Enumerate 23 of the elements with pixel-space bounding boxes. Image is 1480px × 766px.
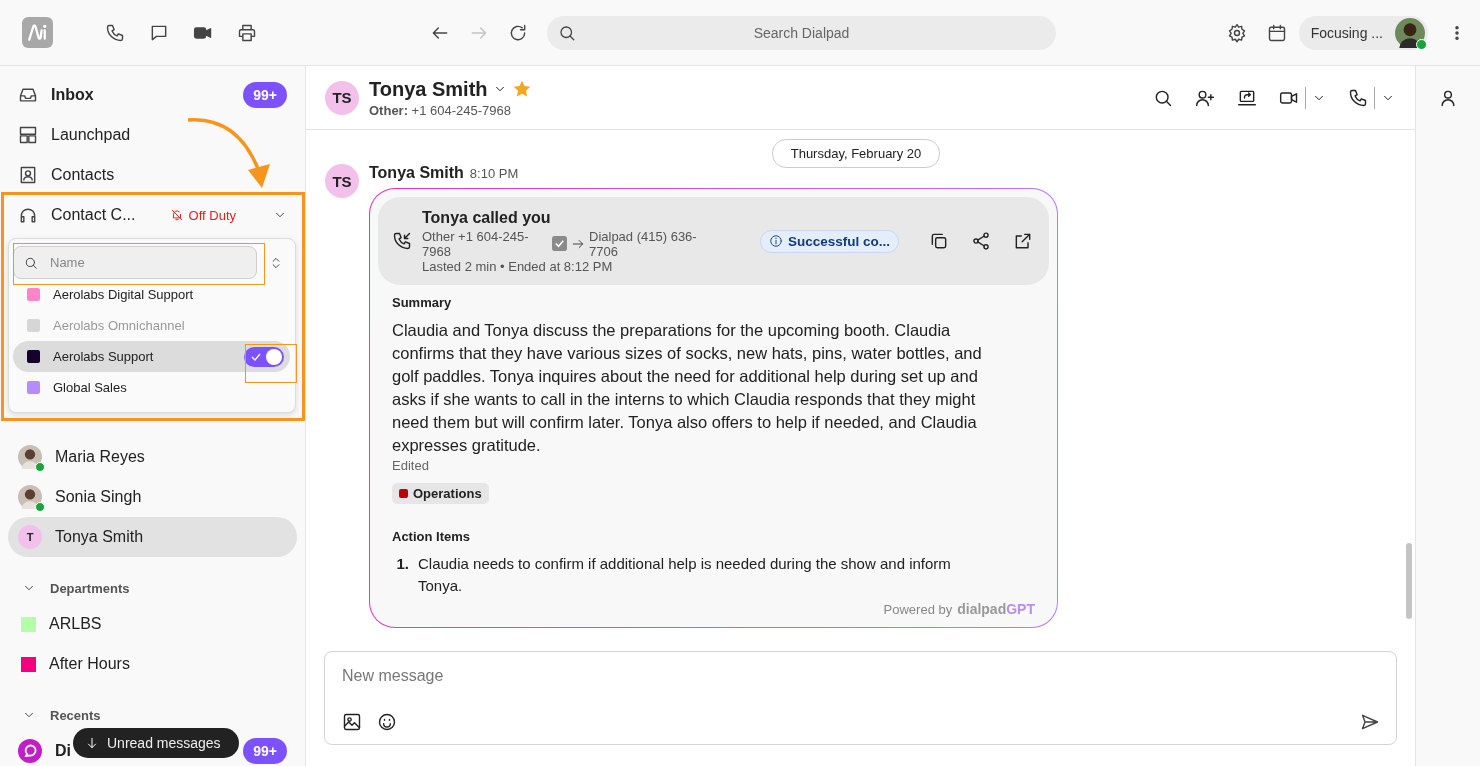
caller-number: Other +1 604-245-7968: [422, 228, 530, 259]
list-number: 1.: [395, 554, 409, 574]
count-badge: 99+: [243, 738, 287, 764]
sender-name: Tonya Smith: [369, 164, 464, 182]
section-title: Summary: [392, 295, 452, 310]
date-divider: Thursday, February 20: [771, 139, 941, 168]
avatar: TS: [325, 80, 359, 115]
count-badge: 99+: [243, 82, 287, 108]
summary-text: Claudia and Tonya discuss the preparations for the upcoming booth. Claudia confirms that they have various sizes of socks, new hats, pins, water bottles, and golf paddles. Tonya inquires about the need for additional help during set up and asks if she wants to call in the interns to which Claudia responds that they might need them but will confirm later. Tonya also offers to help if needed, and Claudia expresses gratitude.: [392, 320, 983, 456]
off-duty-status: Off Duty: [169, 207, 236, 223]
brand-logo: dialpadGPT: [957, 601, 1035, 617]
call-title: Tonya called you: [422, 208, 552, 227]
callee-number: Dialpad (415) 636-7706: [589, 228, 698, 259]
call-details: Lasted 2 min • Ended at 8:12 PM: [422, 258, 614, 274]
message-time: 8:10 PM: [469, 166, 519, 181]
powered-by-label: Powered by: [883, 601, 953, 617]
contact-number: Other: +1 604-245-7968: [369, 102, 512, 118]
section-title: Action Items: [392, 529, 470, 544]
avatar: TS: [325, 164, 359, 198]
contact-name: Tonya Smith: [369, 77, 488, 101]
edited-label: Edited: [392, 458, 429, 473]
action-item-text: Claudia needs to confirm if additional help is needed during the show and inform Tonya.: [418, 554, 952, 596]
avatar: T: [18, 525, 42, 549]
